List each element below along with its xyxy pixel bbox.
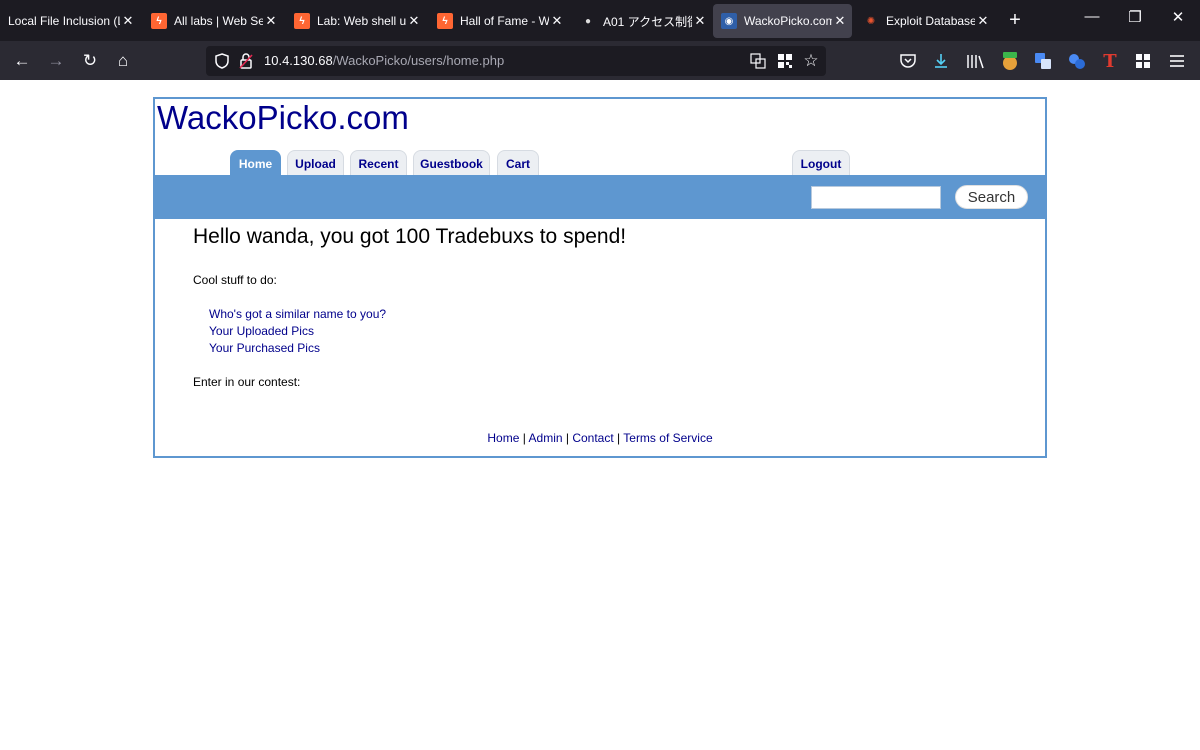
exploit-db-icon: ✺: [866, 15, 876, 27]
nav-tab-logout[interactable]: Logout: [792, 150, 850, 176]
nav-tab-upload[interactable]: Upload: [287, 150, 344, 176]
purchased-pics-link[interactable]: Your Purchased Pics: [209, 341, 320, 355]
footer-separator: |: [562, 431, 573, 445]
site-container: WackoPicko.com Home Upload Recent Guestb…: [153, 97, 1047, 458]
search-button[interactable]: Search: [955, 185, 1028, 209]
address-bar[interactable]: 10.4.130.68/WackoPicko/users/home.php ☆: [206, 46, 826, 76]
browser-tab[interactable]: Local File Inclusion (LFI) ✕: [0, 4, 140, 38]
download-icon[interactable]: [929, 49, 953, 73]
browser-toolbar: ← → ↻ ⌂ 10.4.130.68/WackoPicko/users/hom…: [0, 41, 1200, 80]
browser-tab[interactable]: ● A01 アクセス制御の ✕: [572, 4, 712, 38]
language-extension-icon[interactable]: [1065, 49, 1089, 73]
site-logo[interactable]: WackoPicko.com: [157, 99, 409, 137]
back-icon[interactable]: ←: [10, 49, 34, 73]
insecure-lock-icon[interactable]: [236, 51, 256, 71]
reload-icon[interactable]: ↻: [78, 49, 102, 73]
tab-close-icon[interactable]: ✕: [406, 13, 422, 29]
qr-code-icon[interactable]: [775, 51, 795, 71]
portswigger-icon: ϟ: [294, 13, 310, 29]
translate-icon[interactable]: [748, 51, 768, 71]
new-tab-icon[interactable]: +: [1004, 9, 1026, 32]
footer-links: Home | Admin | Contact | Terms of Servic…: [155, 431, 1045, 445]
cool-stuff-label: Cool stuff to do:: [193, 273, 277, 287]
tab-close-icon[interactable]: ✕: [975, 13, 991, 29]
browser-tab[interactable]: ϟ Hall of Fame - Web ✕: [429, 4, 569, 38]
portswigger-icon: ϟ: [151, 13, 167, 29]
text-extension-icon[interactable]: T: [1098, 49, 1122, 73]
globe-icon: ◉: [721, 13, 737, 29]
footer-link-terms[interactable]: Terms of Service: [623, 431, 712, 445]
nav-tab-home[interactable]: Home: [230, 150, 281, 176]
library-icon[interactable]: [963, 49, 987, 73]
tab-close-icon[interactable]: ✕: [549, 13, 565, 29]
browser-tab[interactable]: ϟ All labs | Web Security ✕: [143, 4, 283, 38]
tab-title: Hall of Fame - Web: [460, 14, 549, 28]
footer-link-admin[interactable]: Admin: [529, 431, 563, 445]
minimize-icon[interactable]: —: [1077, 8, 1107, 25]
url-text[interactable]: 10.4.130.68/WackoPicko/users/home.php: [264, 53, 504, 68]
pocket-icon[interactable]: [896, 49, 920, 73]
browser-tab-bar: Local File Inclusion (LFI) ✕ ϟ All labs …: [0, 0, 1200, 41]
tab-title: Local File Inclusion (LFI): [8, 14, 120, 28]
footer-link-home[interactable]: Home: [487, 431, 519, 445]
tab-title: Lab: Web shell upload: [317, 14, 406, 28]
search-bar-strip: Search: [155, 175, 1045, 219]
tab-close-icon[interactable]: ✕: [263, 13, 279, 29]
tab-title: All labs | Web Security: [174, 14, 263, 28]
browser-tab[interactable]: ϟ Lab: Web shell upload ✕: [286, 4, 426, 38]
url-path: /WackoPicko/users/home.php: [332, 53, 505, 68]
nav-tab-recent[interactable]: Recent: [350, 150, 407, 176]
tab-close-icon[interactable]: ✕: [832, 13, 848, 29]
url-host: 10.4.130.68: [264, 53, 333, 68]
chef-icon: ●: [584, 15, 592, 27]
window-close-icon[interactable]: ✕: [1163, 8, 1193, 26]
footer-separator: |: [613, 431, 624, 445]
browser-tab[interactable]: ✺ Exploit Database ✕: [855, 4, 995, 38]
search-input[interactable]: [811, 186, 941, 209]
portswigger-icon: ϟ: [437, 13, 453, 29]
footer-link-contact[interactable]: Contact: [572, 431, 613, 445]
tab-close-icon[interactable]: ✕: [692, 13, 708, 29]
browser-tab-active[interactable]: ◉ WackoPicko.com ✕: [713, 4, 852, 38]
contest-label: Enter in our contest:: [193, 375, 301, 389]
shield-icon[interactable]: [212, 51, 232, 71]
extension-local-icon[interactable]: [998, 49, 1022, 73]
restore-icon[interactable]: ❐: [1120, 8, 1150, 26]
tab-close-icon[interactable]: ✕: [120, 13, 136, 29]
uploaded-pics-link[interactable]: Your Uploaded Pics: [209, 324, 314, 338]
menu-hamburger-icon[interactable]: [1165, 49, 1189, 73]
nav-tab-guestbook[interactable]: Guestbook: [413, 150, 490, 176]
tab-title: A01 アクセス制御の: [603, 14, 692, 29]
footer-separator: |: [519, 431, 529, 445]
similar-name-link[interactable]: Who's got a similar name to you?: [209, 307, 386, 321]
home-icon[interactable]: ⌂: [111, 49, 135, 73]
tab-title: Exploit Database: [886, 14, 975, 28]
extensions-puzzle-icon[interactable]: [1131, 49, 1155, 73]
forward-icon[interactable]: →: [44, 49, 68, 73]
bookmark-star-icon[interactable]: ☆: [801, 51, 821, 71]
translate-extension-icon[interactable]: [1031, 49, 1055, 73]
nav-tab-cart[interactable]: Cart: [497, 150, 539, 176]
tab-title: WackoPicko.com: [744, 14, 832, 28]
page-greeting: Hello wanda, you got 100 Tradebuxs to sp…: [193, 225, 627, 248]
